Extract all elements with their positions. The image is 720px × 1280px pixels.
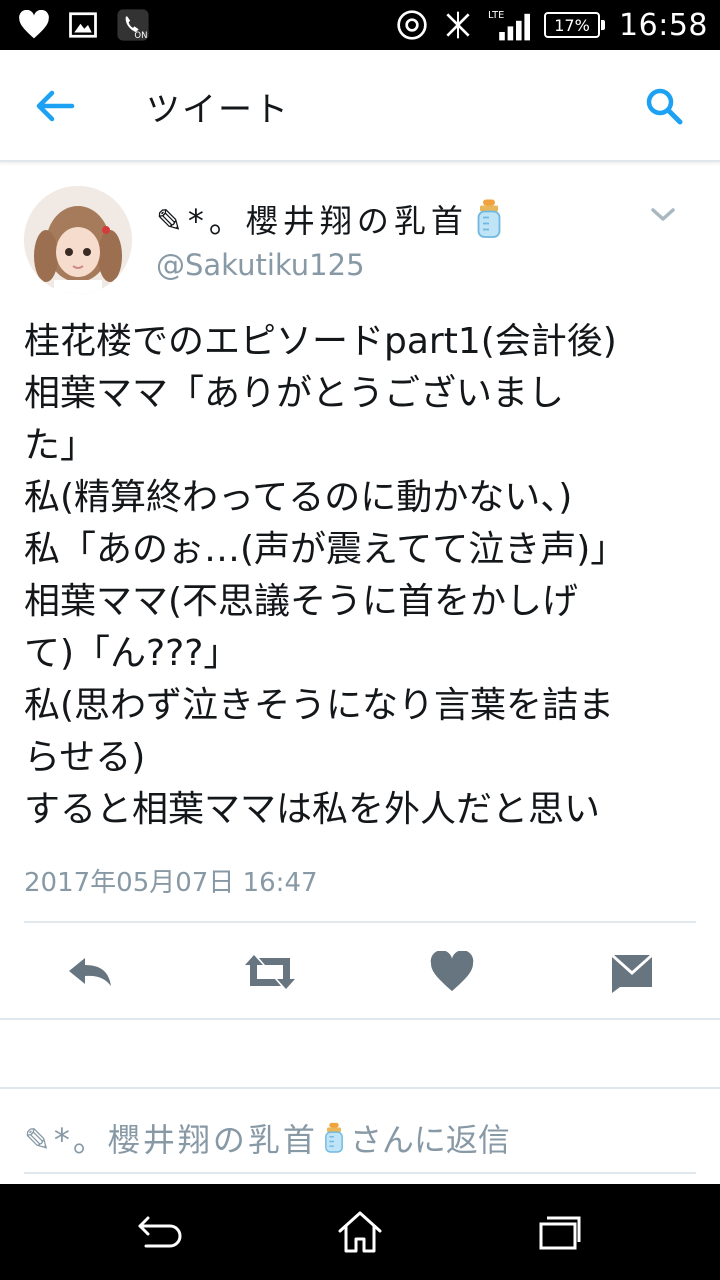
tweet-line: て)「ん???」 [24,633,240,674]
back-nav-icon [138,1216,182,1248]
nav-back-button[interactable] [132,1208,188,1256]
baby-bottle-icon [320,1121,348,1155]
divider [24,921,696,923]
avatar[interactable] [24,186,132,294]
tweet-options-button[interactable] [646,202,680,228]
status-bar-notifications: ON [18,8,150,42]
back-arrow-icon [36,90,75,122]
signal-icon: LTE [488,8,531,42]
image-icon [68,10,98,40]
like-heart-icon [430,951,474,992]
search-button[interactable] [642,84,686,128]
recents-nav-icon [539,1216,581,1250]
svg-text:ON: ON [134,31,147,41]
status-bar-system: LTE 17% 16:58 [396,7,708,43]
heart-icon [18,10,50,40]
home-nav-icon [338,1211,382,1253]
author-name-prefix: ✎*。 [156,202,246,240]
tweet-line: らせる) [24,737,146,778]
like-button[interactable] [426,948,478,996]
chevron-down-icon [651,208,675,221]
reply-icon [69,958,111,986]
tweet-text: 桂花楼でのエピソードpart1(会計後) 相葉ママ「ありがとうございまし た」 … [24,316,704,836]
author-name: 櫻井翔の乳首 [245,202,468,240]
data-saver-icon [396,9,428,41]
baby-bottle-icon [470,198,508,240]
search-icon [646,88,683,125]
back-button[interactable] [30,84,82,128]
direct-message-button[interactable] [606,948,658,996]
author-display-name[interactable]: ✎*。 櫻井翔の乳首 [156,196,508,242]
direct-message-icon [612,955,652,993]
battery-label: 17% [554,15,590,35]
tweet-line: 相葉ママ(不思議そうに首をかしげ [24,581,579,622]
tweet-line: 私「あのぉ…(声が震えてて泣き声)」 [24,529,627,570]
tweet-line: 相葉ママ「ありがとうございまし [24,373,565,414]
reply-prefix: ✎*。 [24,1121,108,1159]
divider [0,1018,720,1020]
tweet-line: 私(精算終わってるのに動かない、) [24,477,573,518]
divider [0,1087,720,1089]
reply-button[interactable] [64,948,116,996]
reply-suffix: さんに返信 [349,1121,510,1159]
tweet-actions [0,940,720,1004]
svg-text:LTE: LTE [488,10,504,21]
retweet-icon [245,955,295,989]
call-recording-icon: ON [116,8,150,42]
divider [24,1172,696,1174]
nav-recents-button[interactable] [532,1208,588,1256]
page-title: ツイート [146,90,290,130]
tweet-line: 私(思わず泣きそうになり言葉を詰ま [24,685,615,726]
tweet-timestamp: 2017年05月07日 16:47 [24,868,318,898]
status-bar: ON LTE 17% 16:58 [0,0,720,50]
battery-icon: 17% [544,12,606,38]
tweet-line: た」 [24,425,97,466]
navigation-bar [0,1184,720,1280]
status-clock: 16:58 [619,7,708,43]
app-bar: ツイート [0,50,720,162]
tweet-line: すると相葉ママは私を外人だと思い [24,789,601,830]
vibrate-off-icon [442,9,474,41]
reply-name: 櫻井翔の乳首 [107,1121,318,1159]
nav-home-button[interactable] [332,1208,388,1256]
tweet-line: 桂花楼でのエピソードpart1(会計後) [24,321,617,362]
author-handle[interactable]: @Sakutiku125 [156,248,365,282]
reply-input[interactable]: ✎*。 櫻井翔の乳首 さんに返信 [24,1112,696,1164]
retweet-button[interactable] [240,948,300,996]
